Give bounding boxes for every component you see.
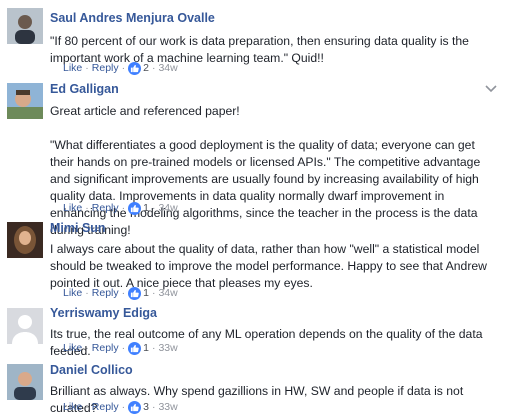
reaction-count[interactable]: 1: [128, 341, 149, 355]
comment-timestamp[interactable]: 34w: [158, 286, 177, 300]
reply-link[interactable]: Reply: [92, 341, 119, 355]
separator: ·: [121, 202, 126, 214]
avatar-photo-icon: [7, 8, 43, 44]
separator: ·: [85, 287, 89, 299]
like-link[interactable]: Like: [63, 341, 82, 355]
reply-link[interactable]: Reply: [92, 400, 119, 414]
comment-actions: Like · Reply · 1 · 34w: [63, 201, 178, 215]
reaction-count[interactable]: 1: [128, 201, 149, 215]
reply-link[interactable]: Reply: [92, 61, 119, 75]
comment-author[interactable]: Ed Galligan: [50, 82, 500, 97]
chevron-down-icon[interactable]: [484, 84, 498, 94]
comment-timestamp[interactable]: 34w: [158, 61, 177, 75]
comment-text: Great article and referenced paper! "Wha…: [50, 104, 481, 237]
separator: ·: [151, 342, 156, 354]
reaction-count[interactable]: 1: [128, 286, 149, 300]
separator: ·: [151, 202, 156, 214]
reaction-count-value: 1: [143, 287, 149, 299]
reply-link[interactable]: Reply: [92, 201, 119, 215]
like-link[interactable]: Like: [63, 400, 82, 414]
separator: ·: [121, 401, 126, 413]
separator: ·: [151, 401, 156, 413]
comment-author[interactable]: Mimi Sun: [50, 221, 500, 236]
reaction-count-value: 2: [143, 62, 149, 74]
avatar-photo-icon: [7, 222, 43, 258]
comment-text: I always care about the quality of data,…: [50, 242, 491, 290]
avatar[interactable]: [7, 83, 43, 119]
separator: ·: [151, 62, 156, 74]
thumbs-up-icon: [128, 341, 142, 355]
avatar[interactable]: [7, 8, 43, 44]
reply-link[interactable]: Reply: [92, 286, 119, 300]
avatar[interactable]: [7, 364, 43, 400]
reaction-count-value: 1: [143, 202, 149, 214]
comment-timestamp[interactable]: 34w: [158, 201, 177, 215]
avatar[interactable]: [7, 308, 43, 344]
separator: ·: [85, 342, 89, 354]
like-link[interactable]: Like: [63, 286, 82, 300]
like-link[interactable]: Like: [63, 201, 82, 215]
comment-author[interactable]: Yerriswamy Ediga: [50, 306, 500, 321]
separator: ·: [121, 342, 126, 354]
comment-actions: Like · Reply · 1 · 34w: [63, 286, 178, 300]
thumbs-up-icon: [128, 201, 142, 215]
thumbs-up-icon: [128, 400, 142, 414]
comment-actions: Like · Reply · 2 · 34w: [63, 61, 178, 75]
thumbs-up-icon: [128, 286, 142, 300]
reaction-count[interactable]: 2: [128, 61, 149, 75]
avatar-photo-icon: [7, 83, 43, 119]
avatar-photo-icon: [7, 364, 43, 400]
reaction-count-value: 1: [143, 342, 149, 354]
separator: ·: [121, 287, 126, 299]
reaction-count-value: 3: [143, 401, 149, 413]
default-avatar-icon: [7, 308, 43, 344]
comment-actions: Like · Reply · 1 · 33w: [63, 341, 178, 355]
reaction-count[interactable]: 3: [128, 400, 149, 414]
comment-timestamp[interactable]: 33w: [158, 341, 177, 355]
separator: ·: [121, 62, 126, 74]
like-link[interactable]: Like: [63, 61, 82, 75]
comment-actions: Like · Reply · 3 · 33w: [63, 400, 178, 414]
comment-author[interactable]: Saul Andres Menjura Ovalle: [50, 11, 500, 26]
avatar[interactable]: [7, 222, 43, 258]
separator: ·: [85, 401, 89, 413]
separator: ·: [85, 62, 89, 74]
separator: ·: [151, 287, 156, 299]
comment-timestamp[interactable]: 33w: [158, 400, 177, 414]
thumbs-up-icon: [128, 61, 142, 75]
separator: ·: [85, 202, 89, 214]
comment-author[interactable]: Daniel Collico: [50, 363, 500, 378]
